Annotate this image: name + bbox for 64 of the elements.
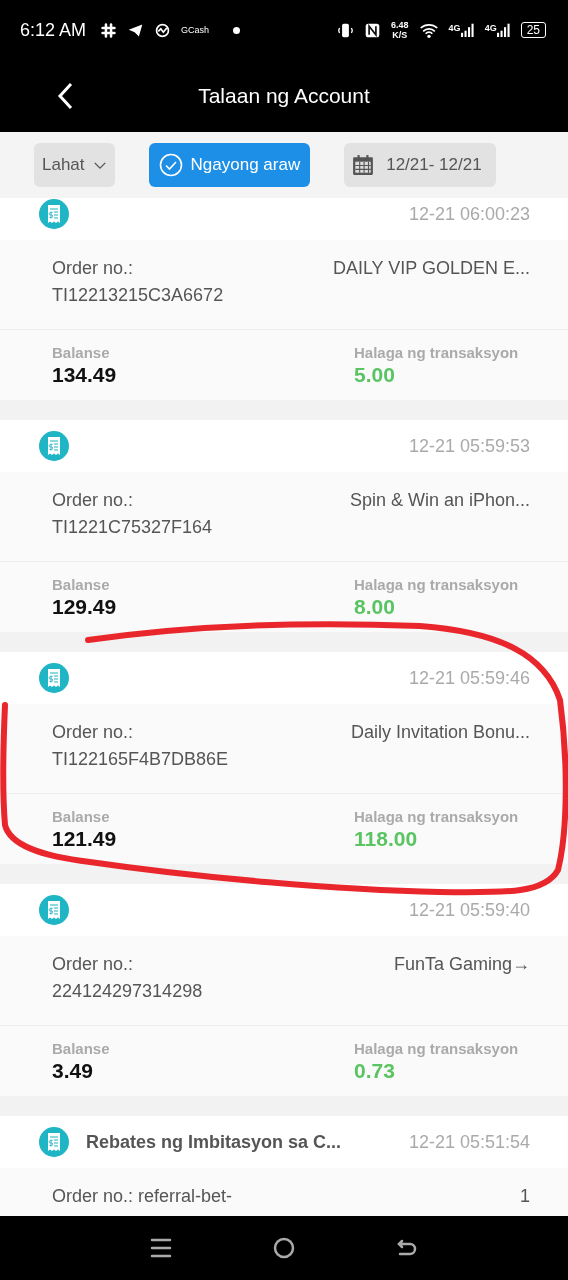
page-title: Talaan ng Account xyxy=(198,84,370,108)
network-speed: 6.48 xyxy=(391,20,409,30)
balance-value: 129.49 xyxy=(52,595,117,619)
hash-icon xyxy=(100,21,118,39)
receipt-icon xyxy=(38,430,70,462)
chart-circle-icon xyxy=(154,21,172,39)
signal-icon xyxy=(496,23,511,37)
amount-label: Halaga ng transaksyon xyxy=(354,1040,520,1057)
date-range-button[interactable]: 12/21- 12/21 xyxy=(344,143,496,187)
order-label: Order no.: xyxy=(52,490,135,511)
today-button[interactable]: Ngayong araw xyxy=(148,143,311,187)
receipt-icon xyxy=(38,1126,70,1158)
order-number: TI1221C75327F164 xyxy=(52,517,213,538)
dot-icon xyxy=(233,26,241,34)
amount-value: 8.00 xyxy=(354,595,396,619)
nfc-icon xyxy=(364,21,382,39)
transaction-time: 12-21 05:59:53 xyxy=(408,435,530,457)
order-label: Order no.: xyxy=(52,722,135,743)
balance-label: Balanse xyxy=(52,344,111,361)
transaction-time: 12-21 05:51:54 xyxy=(408,1131,530,1153)
transaction-time: 12-21 05:59:40 xyxy=(408,899,530,921)
transaction-description: 1 xyxy=(520,1186,530,1208)
menu-icon[interactable] xyxy=(149,1236,174,1260)
caret-icon xyxy=(92,160,107,170)
amount-label: Halaga ng transaksyon xyxy=(354,344,520,361)
network-type: 4G xyxy=(448,23,461,33)
transaction-title: Rebates ng Imbitasyon sa C... xyxy=(86,1131,342,1153)
amount-label: Halaga ng transaksyon xyxy=(354,808,520,825)
order-label: Order no.: xyxy=(52,258,135,279)
transaction-description: Daily Invitation Bonu... xyxy=(350,722,530,744)
order-number: Order no.: referral-bet- xyxy=(52,1186,233,1207)
order-number: TI12213215C3A6672 xyxy=(52,285,224,306)
amount-value: 118.00 xyxy=(354,827,419,851)
transaction-time: 12-21 06:00:23 xyxy=(408,203,530,225)
amount-value: 5.00 xyxy=(354,363,396,387)
network-type: 4G xyxy=(484,23,497,33)
transaction-description: FunTa Gaming→ xyxy=(393,954,530,976)
app-label: GCash xyxy=(181,25,210,35)
receipt-icon xyxy=(38,894,70,926)
order-label: Order no.: xyxy=(52,954,135,975)
status-time: 6:12 AM xyxy=(20,19,87,41)
type-dropdown[interactable]: Lahat xyxy=(34,143,115,187)
home-icon[interactable] xyxy=(272,1236,296,1260)
battery-level: 25 xyxy=(520,22,546,38)
calendar-icon xyxy=(352,154,375,176)
wifi-icon xyxy=(418,21,439,39)
speed-unit: K/S xyxy=(392,30,408,40)
transaction-time: 12-21 05:59:46 xyxy=(408,667,530,689)
balance-value: 121.49 xyxy=(52,827,117,851)
balance-value: 3.49 xyxy=(52,1059,94,1083)
signal-icon xyxy=(460,23,475,37)
balance-label: Balanse xyxy=(52,808,111,825)
balance-label: Balanse xyxy=(52,1040,110,1057)
transaction-description: Spin & Win an iPhon... xyxy=(349,490,530,512)
order-number: 224124297314298 xyxy=(52,981,203,1002)
check-circle-icon xyxy=(158,153,183,177)
vibrate-icon xyxy=(337,21,355,39)
balance-label: Balanse xyxy=(52,576,111,593)
balance-value: 134.49 xyxy=(52,363,117,387)
transaction-description: DAILY VIP GOLDEN E... xyxy=(332,258,530,280)
amount-label: Halaga ng transaksyon xyxy=(354,576,520,593)
amount-value: 0.73 xyxy=(354,1059,396,1083)
receipt-icon xyxy=(38,662,70,694)
order-number: TI122165F4B7DB86E xyxy=(52,749,229,770)
